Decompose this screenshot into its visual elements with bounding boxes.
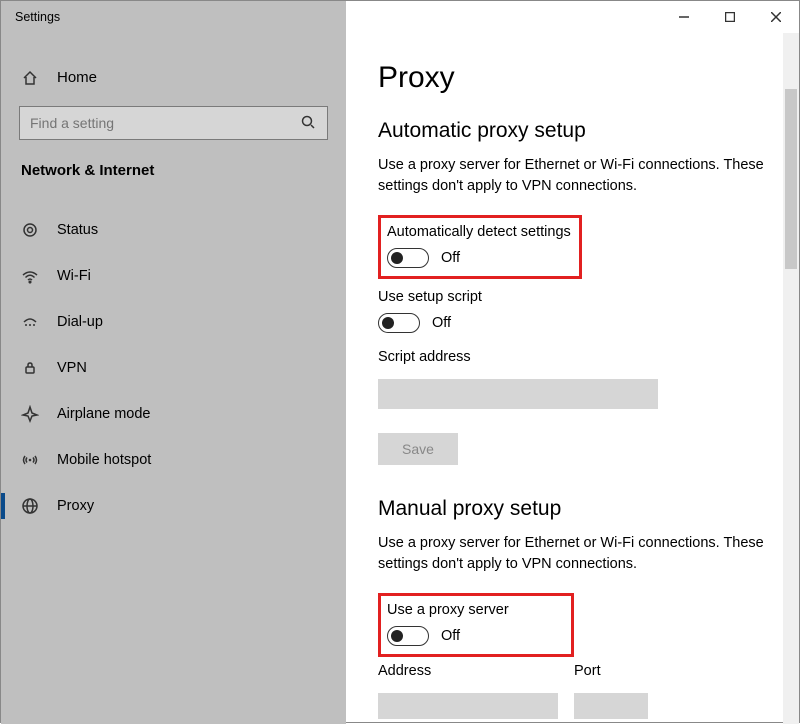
window-controls: [661, 1, 799, 33]
dialup-icon: [21, 313, 39, 331]
sidebar-item-status[interactable]: Status: [1, 207, 346, 253]
title-bar: Settings: [1, 1, 799, 33]
script-address-input[interactable]: [378, 379, 658, 409]
airplane-icon: [21, 405, 39, 423]
search-input[interactable]: [30, 115, 301, 131]
sidebar-item-airplane[interactable]: Airplane mode: [1, 391, 346, 437]
minimize-button[interactable]: [661, 1, 707, 33]
setup-script-toggle[interactable]: [378, 313, 420, 333]
sidebar-item-label: Mobile hotspot: [57, 452, 151, 468]
sidebar-item-dialup[interactable]: Dial-up: [1, 299, 346, 345]
manual-desc: Use a proxy server for Ethernet or Wi-Fi…: [378, 533, 778, 575]
use-proxy-toggle[interactable]: [387, 626, 429, 646]
sidebar-item-label: VPN: [57, 360, 87, 376]
wifi-icon: [21, 267, 39, 285]
close-button[interactable]: [753, 1, 799, 33]
port-input[interactable]: [574, 693, 648, 719]
window-title: Settings: [1, 1, 346, 33]
address-label: Address: [378, 663, 558, 679]
vertical-scrollbar[interactable]: [783, 33, 799, 724]
home-label: Home: [57, 69, 97, 86]
auto-heading: Automatic proxy setup: [378, 119, 783, 143]
status-icon: [21, 221, 39, 239]
hotspot-icon: [21, 451, 39, 469]
manual-heading: Manual proxy setup: [378, 497, 783, 521]
scrollbar-thumb[interactable]: [785, 89, 797, 269]
sidebar-item-label: Status: [57, 222, 98, 238]
script-address-label: Script address: [378, 349, 783, 365]
address-input[interactable]: [378, 693, 558, 719]
setup-script-label: Use setup script: [378, 289, 783, 305]
auto-detect-state: Off: [441, 250, 460, 266]
use-proxy-state: Off: [441, 628, 460, 644]
sidebar-item-vpn[interactable]: VPN: [1, 345, 346, 391]
page-title: Proxy: [378, 61, 783, 95]
auto-detect-toggle[interactable]: [387, 248, 429, 268]
sidebar-item-proxy[interactable]: Proxy: [1, 483, 346, 529]
maximize-button[interactable]: [707, 1, 753, 33]
auto-desc: Use a proxy server for Ethernet or Wi-Fi…: [378, 155, 778, 197]
sidebar-item-label: Wi-Fi: [57, 268, 91, 284]
save-button[interactable]: Save: [378, 433, 458, 465]
sidebar: Home Network & Internet Status Wi-Fi: [1, 33, 346, 724]
highlight-auto-detect: Automatically detect settings Off: [378, 215, 582, 279]
sidebar-item-hotspot[interactable]: Mobile hotspot: [1, 437, 346, 483]
main-content: Proxy Automatic proxy setup Use a proxy …: [346, 33, 783, 724]
vpn-icon: [21, 359, 39, 377]
proxy-icon: [21, 497, 39, 515]
sidebar-item-label: Dial-up: [57, 314, 103, 330]
sidebar-nav: Status Wi-Fi Dial-up VPN: [1, 207, 346, 529]
search-icon: [301, 115, 317, 131]
setup-script-state: Off: [432, 315, 451, 331]
search-box[interactable]: [19, 106, 328, 140]
sidebar-item-wifi[interactable]: Wi-Fi: [1, 253, 346, 299]
use-proxy-label: Use a proxy server: [387, 602, 563, 618]
port-label: Port: [574, 663, 648, 679]
highlight-use-proxy: Use a proxy server Off: [378, 593, 574, 657]
sidebar-group-title: Network & Internet: [1, 158, 346, 193]
auto-detect-label: Automatically detect settings: [387, 224, 571, 240]
sidebar-item-label: Airplane mode: [57, 406, 151, 422]
sidebar-item-label: Proxy: [57, 498, 94, 514]
home-nav[interactable]: Home: [1, 61, 346, 94]
home-icon: [21, 70, 39, 86]
